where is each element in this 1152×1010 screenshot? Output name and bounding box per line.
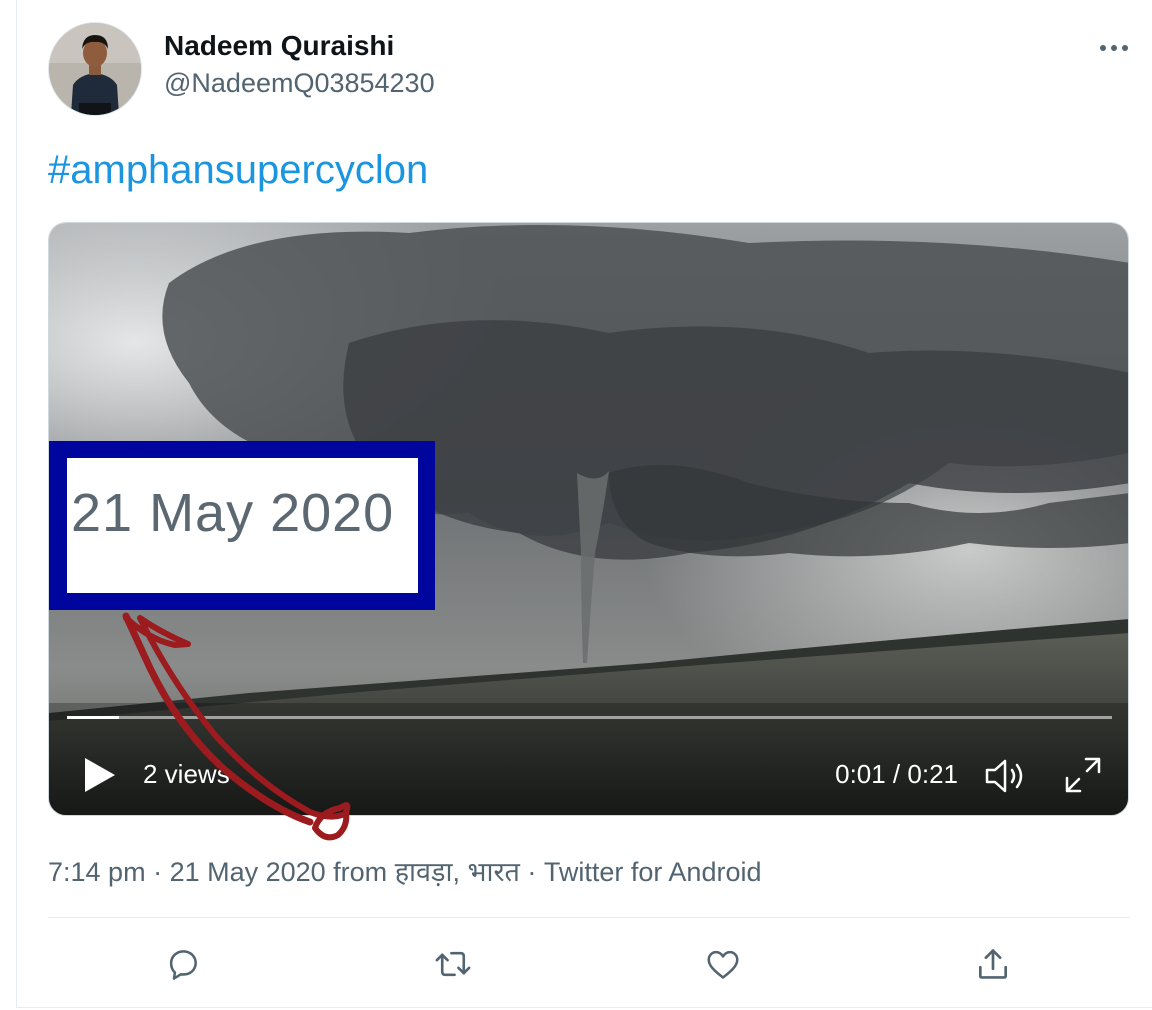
- reply-button[interactable]: [163, 944, 203, 984]
- share-icon: [978, 949, 1008, 979]
- tweet-time-link[interactable]: 7:14 pm: [48, 857, 146, 887]
- video-time: 0:01 / 0:21: [835, 759, 958, 789]
- hashtag-link[interactable]: #amphansupercyclon: [48, 148, 428, 193]
- more-icon: [1100, 45, 1128, 51]
- tweet-meta: 7:14 pm · 21 May 2020 from हावड़ा, भारत …: [48, 852, 762, 889]
- like-button[interactable]: [703, 944, 743, 984]
- view-count: 2 views: [143, 759, 230, 789]
- video-progress-bar[interactable]: [67, 716, 1112, 719]
- date-highlight-label: 21 May 2020: [71, 483, 395, 543]
- reply-icon: [169, 950, 197, 980]
- volume-button[interactable]: [983, 755, 1029, 797]
- volume-icon: [985, 759, 1023, 793]
- user-handle[interactable]: @NadeemQ03854230: [164, 68, 435, 99]
- fullscreen-button[interactable]: [1063, 755, 1103, 795]
- play-button[interactable]: [79, 755, 119, 795]
- divider: [48, 917, 1130, 918]
- date-highlight-inner: 21 May 2020: [67, 458, 418, 593]
- video-progress-fill: [67, 716, 120, 719]
- like-icon: [707, 950, 739, 979]
- retweet-icon: [435, 951, 471, 977]
- fullscreen-icon: [1065, 757, 1101, 793]
- avatar[interactable]: [48, 22, 142, 116]
- share-button[interactable]: [973, 944, 1013, 984]
- meta-from: from: [325, 857, 395, 887]
- meta-separator: ·: [519, 857, 544, 887]
- play-icon: [85, 758, 115, 792]
- date-highlight-box: 21 May 2020: [49, 441, 435, 610]
- tweet-date-link[interactable]: 21 May 2020: [170, 857, 326, 887]
- meta-separator: ·: [145, 857, 170, 887]
- retweet-button[interactable]: [433, 944, 473, 984]
- avatar-photo: [49, 23, 141, 115]
- display-name[interactable]: Nadeem Quraishi: [164, 30, 394, 62]
- more-options-button[interactable]: [1094, 28, 1134, 68]
- tweet-location-link[interactable]: हावड़ा, भारत: [395, 857, 520, 887]
- tweet-source-link[interactable]: Twitter for Android: [544, 857, 762, 887]
